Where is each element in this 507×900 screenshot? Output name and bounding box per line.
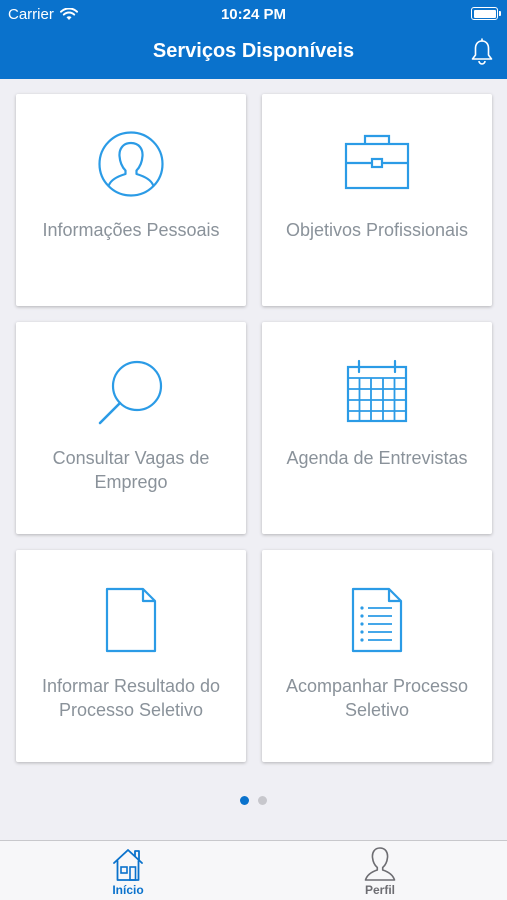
service-label: Agenda de Entrevistas — [286, 448, 468, 468]
service-label: Consultar Vagas de Emprego — [52, 448, 210, 492]
profile-icon — [364, 847, 396, 881]
service-label: Objetivos Profissionais — [285, 220, 469, 240]
service-card-informacoes-pessoais[interactable]: Informações Pessoais — [16, 94, 246, 306]
service-card-consultar-vagas[interactable]: Consultar Vagas de Emprego — [16, 322, 246, 534]
service-card-objetivos-profissionais[interactable]: Objetivos Profissionais — [262, 94, 492, 306]
page-title: Serviços Disponíveis — [152, 40, 355, 62]
service-label: Informações Pessoais — [42, 220, 220, 240]
status-bar: Carrier 10:24 PM — [0, 0, 507, 28]
magnifier-icon — [98, 360, 163, 425]
home-icon — [113, 849, 143, 881]
status-time: 10:24 PM — [220, 6, 287, 23]
battery-icon — [471, 7, 501, 20]
top-bar: Carrier 10:24 PM Serviços Disponíveis — [0, 0, 507, 79]
page-dot[interactable] — [258, 796, 267, 805]
page-dot-active[interactable] — [240, 796, 249, 805]
tab-bar: Início Perfil — [0, 840, 507, 900]
service-label: Acompanhar Processo Seletivo — [285, 676, 469, 720]
list-document-icon — [351, 587, 403, 653]
tab-label: Início — [112, 883, 144, 897]
page-indicator[interactable] — [0, 796, 507, 805]
document-icon — [105, 587, 157, 653]
services-grid: Informações Pessoais Objetivos Profissio… — [16, 94, 492, 762]
service-label: Informar Resultado do Processo Seletivo — [41, 676, 221, 720]
tab-perfil[interactable]: Perfil — [330, 846, 430, 897]
calendar-icon — [346, 359, 408, 423]
service-card-acompanhar-processo[interactable]: Acompanhar Processo Seletivo — [262, 550, 492, 762]
person-icon — [98, 131, 164, 197]
briefcase-icon — [344, 134, 410, 190]
tab-label: Perfil — [364, 883, 395, 897]
tab-inicio[interactable]: Início — [78, 846, 178, 897]
bell-icon[interactable] — [470, 38, 494, 66]
service-card-informar-resultado[interactable]: Informar Resultado do Processo Seletivo — [16, 550, 246, 762]
service-card-agenda-entrevistas[interactable]: Agenda de Entrevistas — [262, 322, 492, 534]
